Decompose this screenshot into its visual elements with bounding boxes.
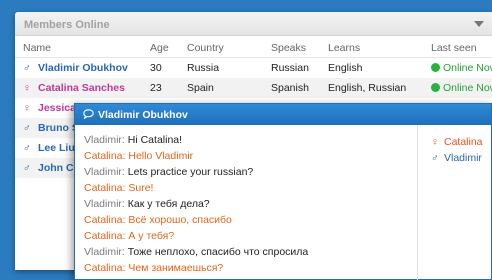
message-text: А у тебя? [128,230,175,242]
chat-message: Vladimir: Lets practice your russian? [84,166,253,178]
member-age: 30 [150,62,162,74]
member-country: Russia [187,62,220,74]
member-learns: English [328,62,363,74]
message-author: Vladimir: [84,198,125,210]
chat-message: Catalina: Чем занимаешься? [84,262,223,274]
members-panel-header: Members Online [15,12,492,36]
message-author: Catalina: [84,262,126,274]
online-dot-icon [431,63,440,72]
chat-participant-list: ♀ Catalina ♂ Vladimir [417,125,492,280]
members-table-header: Name Age Country Speaks Learns Last seen [15,36,492,58]
participant-vladimir[interactable]: ♂ Vladimir [431,152,482,164]
chat-message: Vladimir: Как у тебя дела? [84,198,210,210]
member-name-cell[interactable]: ♀ Jessica [23,102,76,114]
message-author: Vladimir: [84,166,125,178]
member-speaks: Spanish [271,82,309,94]
message-text: Lets practice your russian? [127,166,254,178]
message-text: Всё хорошо, спасибо [128,214,232,226]
table-row[interactable]: ♀ Catalina Sanches 23 Spain Spanish Engli… [15,78,492,98]
status-text: Online Now [443,62,492,74]
chat-window-header[interactable]: Vladimir Obukhov [75,104,491,125]
message-author: Catalina: [84,214,126,226]
message-author: Catalina: [84,230,126,242]
status-text: Online Now [443,82,492,94]
message-text: Чем занимаешься? [128,262,224,274]
column-header-last-seen[interactable]: Last seen [431,42,477,54]
chat-message: Catalina: Sure! [84,182,153,194]
message-text: Sure! [128,182,154,194]
message-text: Hello Vladimir [128,150,194,162]
message-text: Hi Catalina! [127,134,183,146]
message-text: Как у тебя дела? [127,198,210,210]
online-dot-icon [431,83,440,92]
chat-message: Vladimir: Hi Catalina! [84,134,182,146]
member-speaks: Russian [271,62,309,74]
member-name[interactable]: Lee Liu [38,142,75,154]
participant-name: Catalina [444,136,483,148]
message-author: Catalina: [84,182,126,194]
male-icon: ♂ [431,152,439,164]
member-name-cell[interactable]: ♀ Catalina Sanches [23,82,125,94]
female-icon: ♀ [23,82,31,94]
message-author: Catalina: [84,150,126,162]
chat-message: Catalina: А у тебя? [84,230,174,242]
member-name-cell[interactable]: ♂ Vladimir Obukhov [23,62,128,74]
message-text: Тоже неплохо, спасибо что спросила [127,246,309,258]
female-icon: ♀ [23,102,31,114]
message-author: Vladimir: [84,134,125,146]
male-icon: ♂ [23,162,31,174]
column-header-age[interactable]: Age [150,42,169,54]
male-icon: ♂ [23,142,31,154]
member-country: Spain [187,82,214,94]
message-author: Vladimir: [84,246,125,258]
member-name-cell[interactable]: ♂ John Co [23,162,80,174]
member-name[interactable]: Catalina Sanches [38,82,125,94]
member-status: Online Now [431,62,492,74]
chat-message: Catalina: Всё хорошо, спасибо [84,214,232,226]
male-icon: ♂ [23,62,31,74]
participant-catalina[interactable]: ♀ Catalina [431,136,483,148]
member-name[interactable]: Bruno S [38,122,79,134]
member-name-cell[interactable]: ♂ Lee Liu [23,142,75,154]
column-header-learns[interactable]: Learns [328,42,360,54]
chat-window-title: Vladimir Obukhov [98,109,188,121]
member-age: 23 [150,82,162,94]
chat-bubble-icon [83,109,94,119]
member-name[interactable]: Vladimir Obukhov [38,62,128,74]
female-icon: ♀ [431,136,439,148]
members-panel-title: Members Online [24,19,110,31]
member-name-cell[interactable]: ♂ Bruno S [23,122,79,134]
column-header-country[interactable]: Country [187,42,224,54]
male-icon: ♂ [23,122,31,134]
column-header-speaks[interactable]: Speaks [271,42,306,54]
table-row[interactable]: ♂ Vladimir Obukhov 30 Russia Russian Engl… [15,58,492,78]
chat-window: Vladimir Obukhov Vladimir: Hi Catalina! … [74,103,492,280]
participant-name: Vladimir [444,152,482,164]
chat-message: Catalina: Hello Vladimir [84,150,193,162]
chat-message: Vladimir: Тоже неплохо, спасибо что спро… [84,246,308,258]
member-status: Online Now [431,82,492,94]
chevron-down-icon[interactable] [474,21,484,27]
chat-message-list: Vladimir: Hi Catalina! Catalina: Hello V… [75,125,417,280]
member-learns: English, Russian [328,82,407,94]
column-header-name[interactable]: Name [23,42,51,54]
member-name[interactable]: Jessica [38,102,76,114]
